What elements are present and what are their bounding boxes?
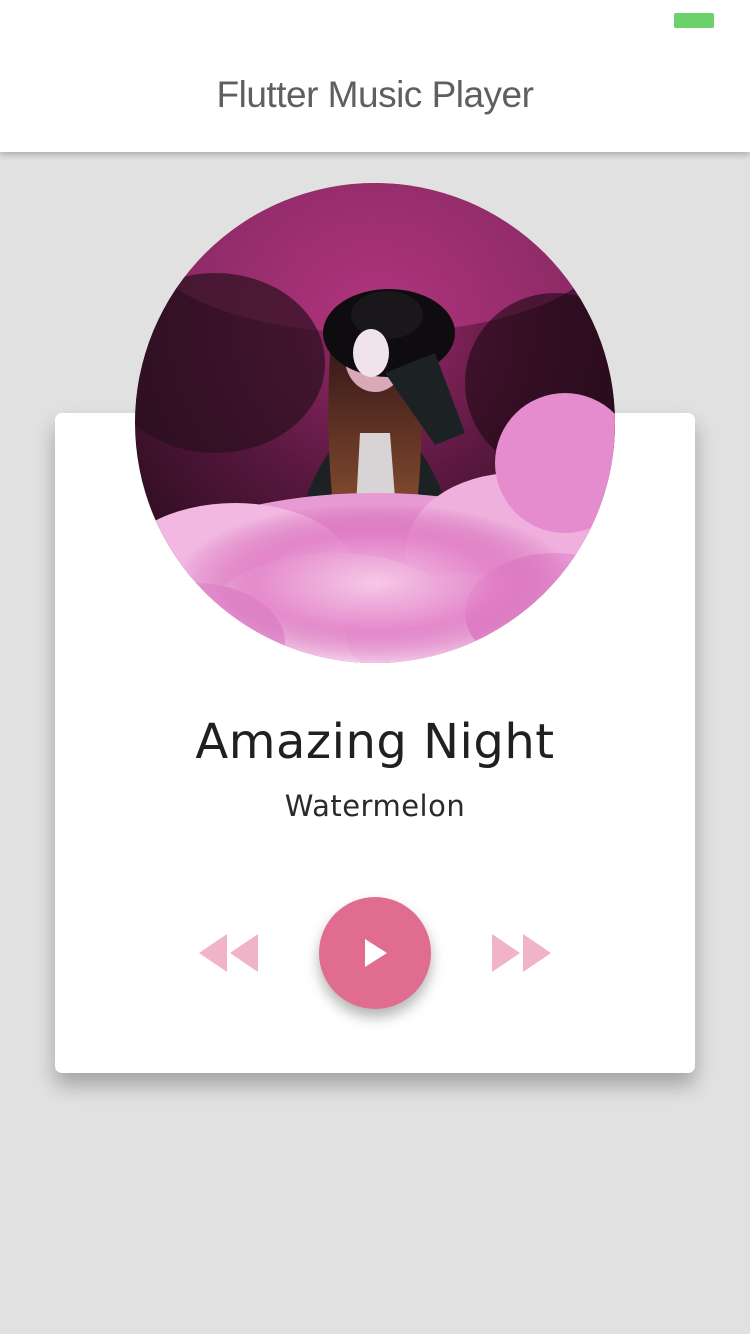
artist-name: Watermelon [284, 789, 466, 823]
album-cover-image [135, 183, 615, 663]
battery-indicator [674, 13, 714, 28]
song-title: Amazing Night [195, 714, 555, 770]
app-title: Flutter Music Player [216, 74, 534, 115]
fast-rewind-icon [199, 934, 258, 972]
fast-forward-button[interactable] [489, 930, 553, 976]
play-button[interactable] [319, 897, 431, 1009]
fast-forward-icon [492, 934, 551, 972]
play-icon [365, 939, 387, 967]
rewind-button[interactable] [197, 930, 261, 976]
app-bar: Flutter Music Player [0, 0, 750, 152]
